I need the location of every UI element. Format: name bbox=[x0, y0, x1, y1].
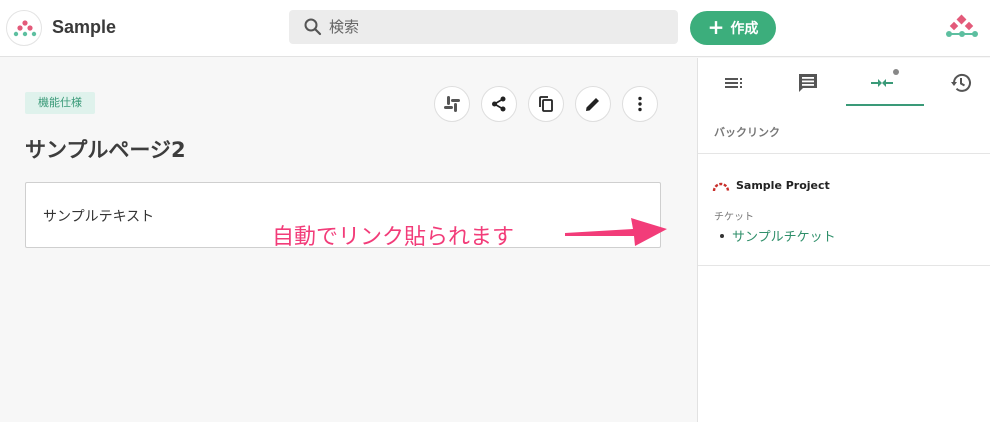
edit-button[interactable] bbox=[575, 86, 611, 122]
side-panel: バックリンク Sample Project チケット サンプルチケット bbox=[697, 58, 990, 422]
notification-dot bbox=[893, 69, 899, 75]
project-name: Sample Project bbox=[736, 179, 830, 192]
plus-icon: + bbox=[707, 15, 725, 39]
project-icon bbox=[712, 182, 730, 191]
edit-icon bbox=[586, 98, 599, 111]
create-button[interactable]: + 作成 bbox=[690, 11, 776, 45]
create-button-label: 作成 bbox=[730, 21, 759, 37]
tab-toc[interactable] bbox=[721, 70, 747, 96]
tab-history[interactable] bbox=[948, 70, 974, 96]
copy-button[interactable] bbox=[528, 86, 564, 122]
backlink-icon bbox=[871, 79, 893, 87]
history-icon bbox=[951, 73, 971, 92]
page-title: サンプルページ2 bbox=[25, 138, 186, 162]
divider bbox=[698, 153, 990, 154]
share-button[interactable] bbox=[481, 86, 517, 122]
user-avatar[interactable] bbox=[945, 14, 979, 44]
divider bbox=[698, 265, 990, 266]
category-tag[interactable]: 機能仕様 bbox=[25, 92, 95, 114]
copy-icon bbox=[539, 96, 553, 112]
search-input[interactable] bbox=[329, 16, 659, 38]
slack-button[interactable] bbox=[434, 86, 470, 122]
toc-icon bbox=[725, 78, 742, 88]
app-logo[interactable] bbox=[6, 10, 42, 46]
ticket-group-label: チケット bbox=[714, 212, 754, 223]
backlink-section-label: バックリンク bbox=[714, 126, 780, 139]
logo-icon bbox=[13, 20, 37, 37]
share-icon bbox=[492, 96, 506, 112]
search-bar[interactable] bbox=[289, 10, 678, 44]
bullet bbox=[720, 233, 724, 238]
annotation-arrow-icon bbox=[565, 218, 667, 246]
active-tab-indicator bbox=[846, 104, 924, 106]
tab-backlinks[interactable] bbox=[869, 70, 895, 96]
more-vert-icon bbox=[638, 96, 642, 112]
more-button[interactable] bbox=[622, 86, 658, 122]
tab-comments[interactable] bbox=[795, 70, 821, 96]
project-row: Sample Project bbox=[712, 179, 830, 192]
annotation-text: 自動でリンク貼られます bbox=[272, 225, 515, 250]
slack-icon bbox=[444, 96, 460, 112]
app-name: Sample bbox=[52, 17, 117, 37]
comment-icon bbox=[799, 74, 817, 92]
avatar-icon bbox=[946, 14, 978, 37]
panel-tabs bbox=[698, 58, 990, 108]
backlink-link[interactable]: サンプルチケット bbox=[732, 226, 836, 245]
list-item: サンプルチケット bbox=[720, 226, 836, 245]
search-icon bbox=[304, 18, 322, 36]
top-header: Sample + 作成 bbox=[0, 0, 990, 57]
content-text: サンプルテキスト bbox=[43, 209, 155, 225]
page-actions bbox=[434, 86, 658, 122]
